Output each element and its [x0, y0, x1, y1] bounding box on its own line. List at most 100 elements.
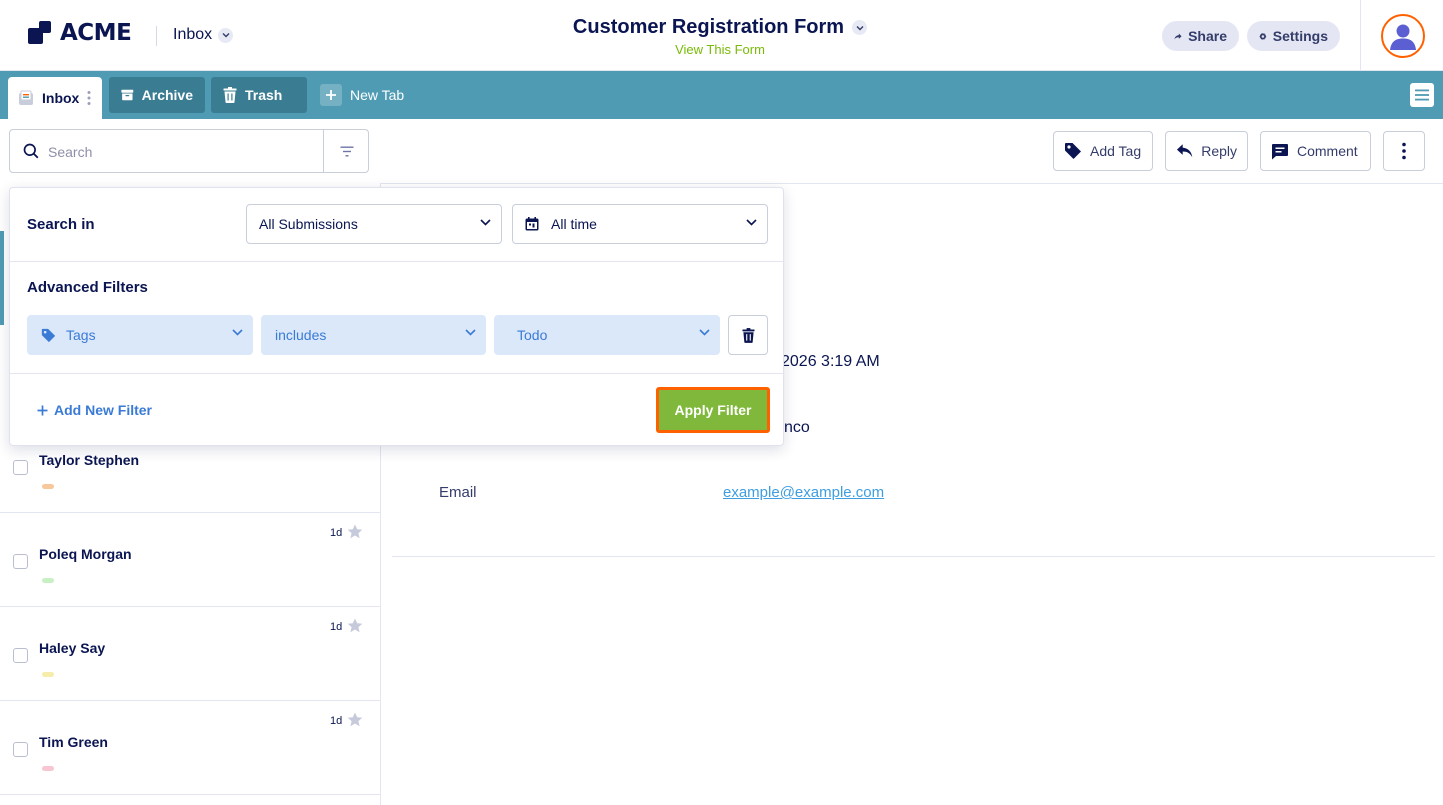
new-tab-label: New Tab [350, 87, 405, 103]
search-scope-select[interactable]: All Submissions [246, 204, 502, 244]
email-link[interactable]: example@example.com [723, 484, 884, 501]
header-divider [1360, 0, 1361, 71]
add-new-filter-label: Add New Filter [54, 402, 153, 418]
row-checkbox[interactable] [13, 554, 28, 569]
delete-filter-button[interactable] [728, 315, 768, 355]
view-form-link[interactable]: View This Form [560, 42, 880, 57]
trash-icon [223, 87, 237, 103]
comment-icon [1272, 143, 1288, 159]
share-icon [1174, 33, 1182, 39]
tab-trash[interactable]: Trash [211, 77, 307, 113]
add-new-filter-button[interactable]: Add New Filter [37, 402, 152, 418]
settings-label: Settings [1272, 28, 1328, 44]
filter-popover: Search in All Submissions All time Advan… [9, 187, 784, 446]
filter-field-value: Tags [66, 327, 96, 343]
tab-archive[interactable]: Archive [109, 77, 205, 113]
tag-indicator [42, 766, 54, 771]
submission-age: 1d [330, 621, 343, 633]
chevron-down-icon [699, 329, 710, 336]
tab-inbox[interactable]: Inbox [8, 77, 102, 119]
gear-icon [1259, 32, 1267, 40]
chevron-down-icon [232, 329, 243, 336]
chevron-down-icon [746, 219, 757, 226]
time-range-select[interactable]: All time [512, 204, 768, 244]
share-button[interactable]: Share [1162, 21, 1239, 51]
apply-filter-button[interactable]: Apply Filter [656, 387, 770, 433]
inbox-tab-icon [19, 90, 33, 105]
inbox-dropdown-label: Inbox [173, 26, 213, 43]
add-tag-button[interactable]: Add Tag [1053, 131, 1153, 171]
new-tab-button[interactable]: New Tab [308, 77, 428, 113]
logo-mark-icon [28, 20, 54, 46]
submission-name-value: nco [784, 419, 810, 436]
filter-field-select[interactable]: Tags [27, 315, 253, 355]
list-item[interactable]: 1d Tim Green [0, 701, 380, 795]
search-bar [9, 129, 369, 173]
reply-button[interactable]: Reply [1165, 131, 1248, 171]
chevron-down-icon [465, 329, 476, 336]
search-scope-value: All Submissions [259, 216, 358, 232]
chevron-down-icon [218, 27, 234, 43]
filter-operator-select[interactable]: includes [261, 315, 486, 355]
chevron-down-icon [480, 219, 491, 226]
submission-name: Poleq Morgan [39, 546, 132, 562]
reply-label: Reply [1201, 143, 1237, 159]
submission-name: Tim Green [39, 734, 108, 750]
row-checkbox[interactable] [13, 648, 28, 663]
plus-icon [37, 405, 48, 415]
filter-value-select[interactable]: Todo [494, 315, 720, 355]
user-avatar-icon [1390, 24, 1416, 50]
tag-indicator [42, 484, 54, 489]
form-title-dropdown[interactable]: Customer Registration Form [572, 16, 868, 39]
add-tag-label: Add Tag [1090, 143, 1142, 159]
list-item[interactable]: 1d Poleq Morgan [0, 513, 380, 607]
tag-icon [1065, 143, 1081, 159]
filter-toggle-button[interactable] [323, 130, 369, 172]
plus-icon [320, 84, 342, 106]
popover-divider [10, 261, 783, 262]
chevron-down-icon [852, 20, 868, 35]
filter-value: Todo [517, 327, 548, 343]
settings-button[interactable]: Settings [1247, 21, 1340, 51]
form-title-block: Customer Registration Form View This For… [560, 16, 880, 57]
star-icon[interactable] [347, 618, 363, 633]
search-in-label: Search in [27, 216, 95, 233]
star-icon[interactable] [347, 712, 363, 727]
submission-age: 1d [330, 715, 343, 727]
menu-button[interactable] [1410, 83, 1434, 107]
acme-logo[interactable]: ACME [28, 20, 132, 46]
avatar[interactable] [1381, 14, 1425, 58]
tab-bar: Inbox Archive Trash New Tab [0, 71, 1443, 119]
search-input[interactable] [48, 141, 318, 163]
star-icon[interactable] [347, 524, 363, 539]
tab-inbox-label: Inbox [42, 90, 80, 106]
filter-operator-value: includes [275, 327, 327, 343]
row-checkbox[interactable] [13, 460, 28, 475]
list-item[interactable]: 1d Haley Say [0, 607, 380, 701]
row-checkbox[interactable] [13, 742, 28, 757]
filter-icon [340, 146, 353, 156]
advanced-filters-heading: Advanced Filters [27, 279, 148, 296]
tab-options-icon[interactable] [87, 90, 91, 106]
header-divider [156, 26, 157, 46]
inbox-dropdown[interactable]: Inbox [173, 26, 234, 44]
app-header: ACME Inbox Customer Registration Form Vi… [0, 0, 1443, 71]
selected-indicator [0, 231, 4, 325]
tag-indicator [42, 672, 54, 677]
hamburger-menu-icon [1415, 89, 1429, 101]
form-title: Customer Registration Form [572, 16, 845, 38]
logo-text: ACME [60, 20, 132, 46]
more-options-button[interactable] [1383, 131, 1425, 171]
tag-indicator [42, 578, 54, 583]
detail-divider [392, 556, 1435, 557]
toolbar-divider [380, 183, 1443, 184]
submission-name: Haley Say [39, 640, 106, 656]
submission-age: 1d [330, 527, 343, 539]
comment-button[interactable]: Comment [1260, 131, 1371, 171]
submission-date-value: 2026 3:19 AM [781, 353, 880, 370]
reply-icon [1176, 144, 1193, 158]
submission-name: Taylor Stephen [39, 452, 140, 468]
tab-archive-label: Archive [141, 87, 193, 103]
tag-icon [41, 328, 56, 342]
popover-divider [10, 373, 783, 374]
